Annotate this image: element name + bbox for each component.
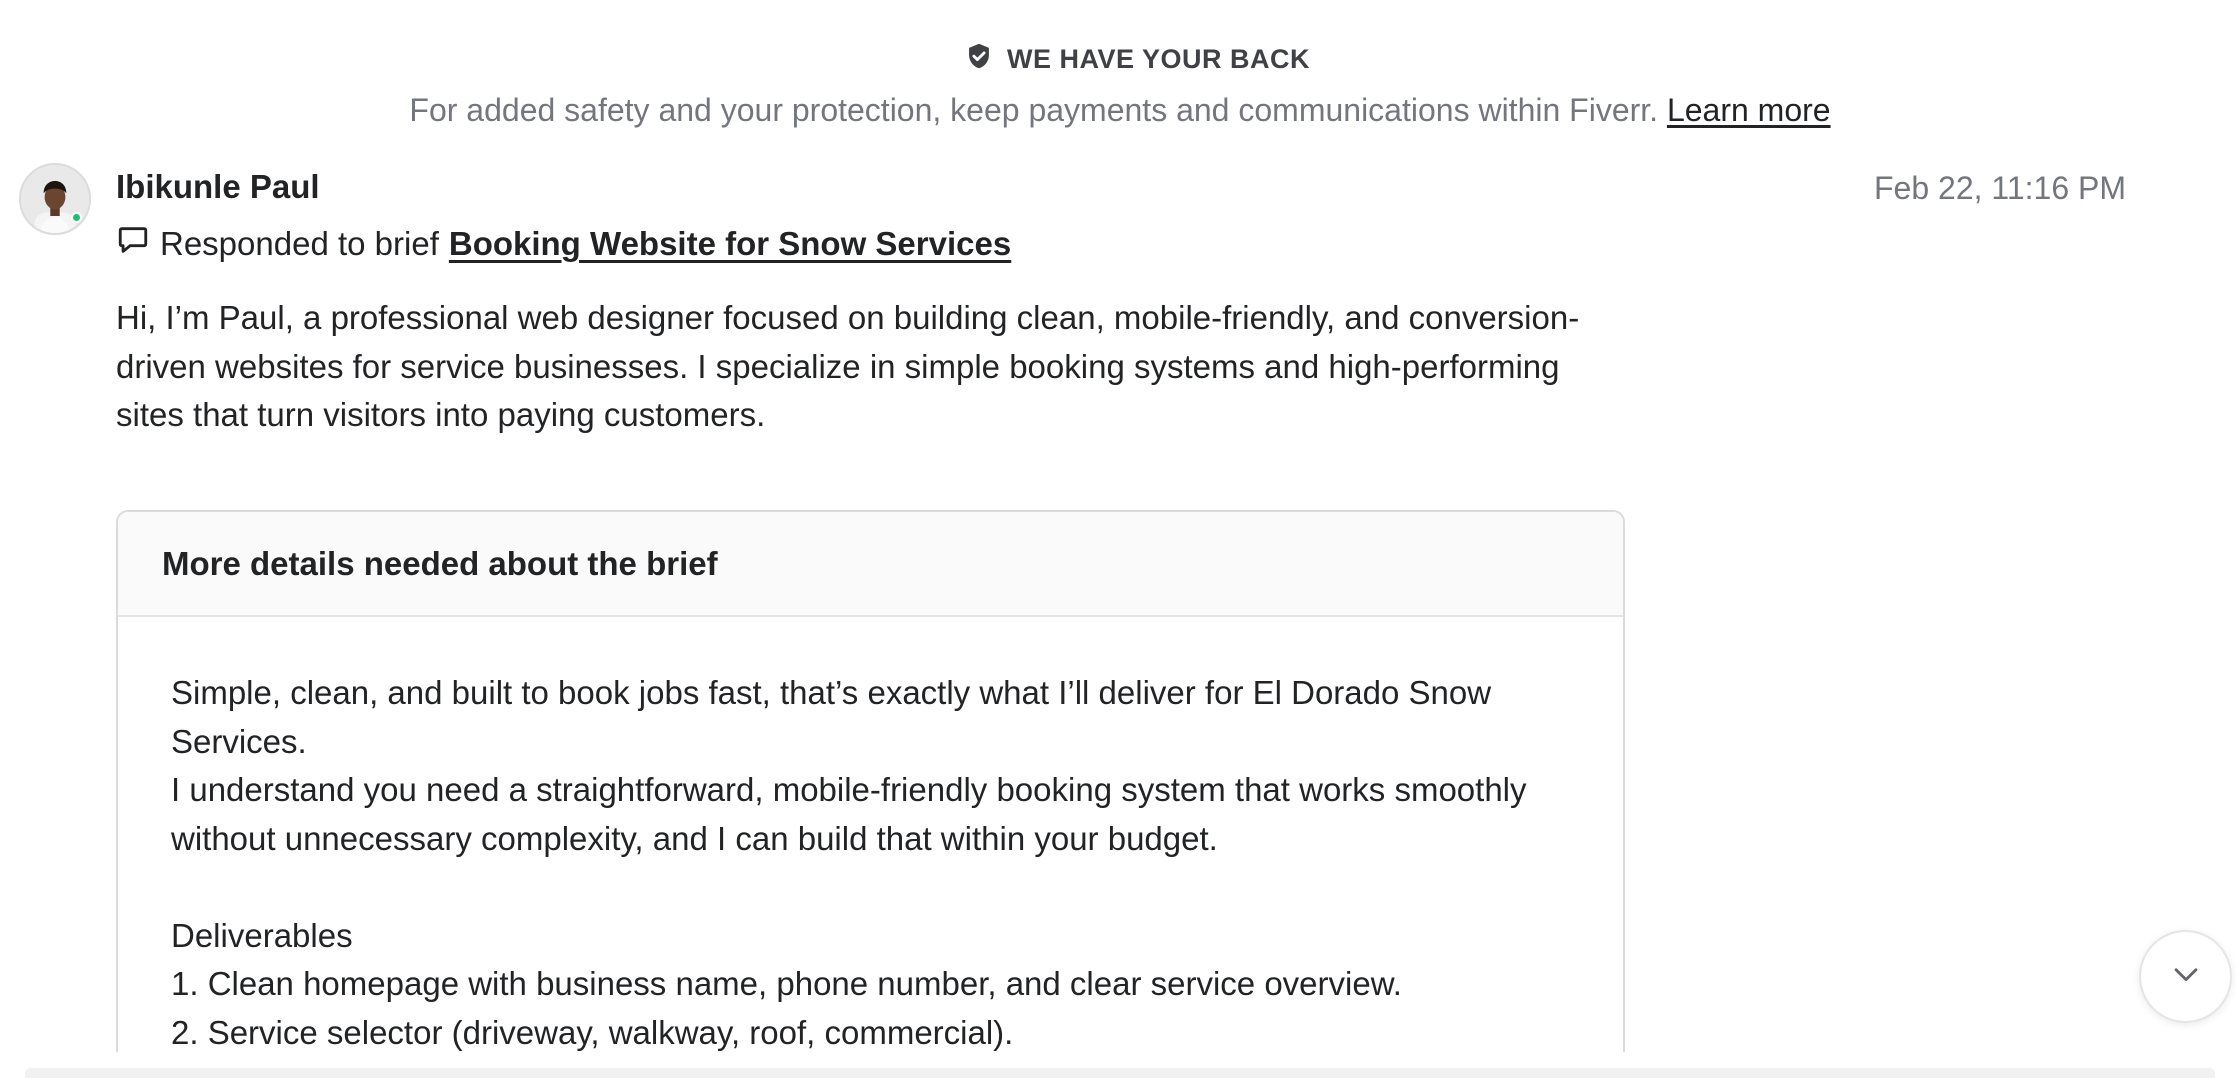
safety-banner-title: WE HAVE YOUR BACK	[0, 42, 2240, 77]
card-title: More details needed about the brief	[118, 512, 1623, 617]
banner-title-text: WE HAVE YOUR BACK	[1006, 44, 1311, 74]
card-line: Services.	[171, 722, 307, 760]
chat-page: WE HAVE YOUR BACK For added safety and y…	[0, 0, 2240, 1078]
banner-message: For added safety and your protection, ke…	[409, 92, 1659, 128]
card-body: Simple, clean, and built to book jobs fa…	[118, 617, 1623, 1057]
card-line: 1. Clean homepage with business name, ph…	[171, 965, 1402, 1002]
safety-banner-text: For added safety and your protection, ke…	[0, 92, 2240, 129]
online-status-dot	[71, 212, 82, 223]
intro-line: driven websites for service businesses. …	[116, 347, 1560, 385]
card-line: 2. Service selector (driveway, walkway, …	[171, 1013, 1014, 1051]
composer-bar[interactable]	[25, 1068, 2215, 1078]
speech-bubble-icon	[116, 223, 150, 265]
card-line: I understand you need a straightforward,…	[171, 771, 1527, 808]
brief-link[interactable]: Booking Website for Snow Services	[449, 225, 1011, 263]
card-line: without unnecessary complexity, and I ca…	[171, 819, 1218, 857]
card-line: Deliverables	[171, 916, 353, 954]
brief-prefix: Responded to brief	[160, 225, 439, 262]
scroll-down-button[interactable]	[2139, 930, 2232, 1023]
message-timestamp: Feb 22, 11:16 PM	[1874, 170, 2126, 206]
intro-line: sites that turn visitors into paying cus…	[116, 396, 766, 433]
card-line: Simple, clean, and built to book jobs fa…	[171, 674, 1492, 711]
sender-name[interactable]: Ibikunle Paul	[116, 168, 320, 206]
learn-more-link[interactable]: Learn more	[1667, 92, 1831, 128]
chevron-down-icon	[2169, 957, 2203, 996]
brief-response-line: Responded to brief Booking Website for S…	[116, 223, 1011, 265]
intro-line: Hi, I’m Paul, a professional web designe…	[116, 299, 1580, 336]
avatar[interactable]	[19, 163, 91, 235]
message-intro: Hi, I’m Paul, a professional web designe…	[116, 294, 1636, 440]
brief-details-card: More details needed about the brief Simp…	[116, 510, 1625, 1078]
shield-check-icon	[965, 42, 993, 77]
